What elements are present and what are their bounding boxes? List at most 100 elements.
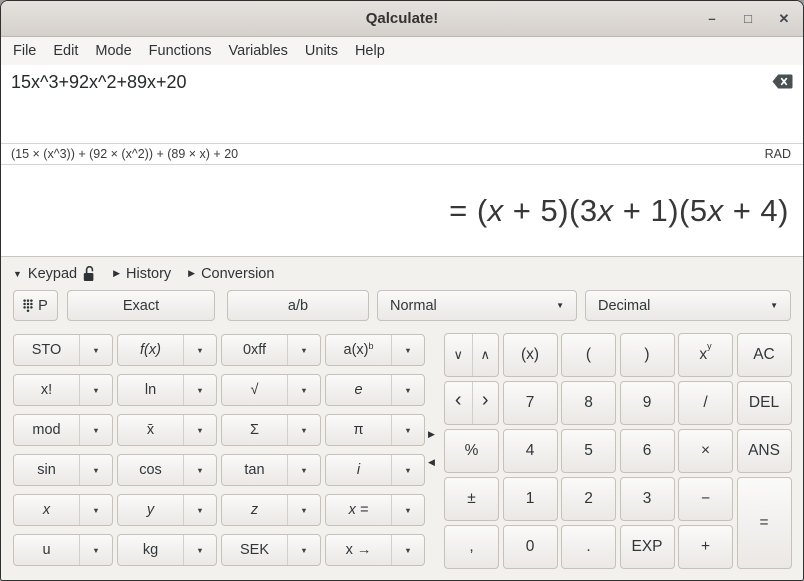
menu-units[interactable]: Units bbox=[303, 41, 340, 61]
keypad-button-unit-sek[interactable]: SEK▼ bbox=[221, 534, 321, 566]
pane-handle-left-icon[interactable]: ◀ bbox=[428, 458, 435, 467]
conversion-expander[interactable]: ▶ Conversion bbox=[188, 266, 274, 282]
keypad-button-2[interactable]: 2 bbox=[561, 477, 616, 521]
keypad-button-unit-kg-dropdown-icon[interactable]: ▼ bbox=[183, 535, 216, 565]
keypad-button-tan[interactable]: tan▼ bbox=[221, 454, 321, 486]
keypad-button-sum[interactable]: Σ▼ bbox=[221, 414, 321, 446]
keypad-button-x-equals-label[interactable]: x = bbox=[326, 495, 391, 525]
keypad-button-mod-dropdown-icon[interactable]: ▼ bbox=[79, 415, 112, 445]
keypad-button-mean-label[interactable]: x̄ bbox=[118, 415, 183, 445]
keypad-button-sin-label[interactable]: sin bbox=[14, 455, 79, 485]
keypad-button-sqrt-label[interactable]: √ bbox=[222, 375, 287, 405]
keypad-button-sin[interactable]: sin▼ bbox=[13, 454, 113, 486]
keypad-button-f-x[interactable]: f(x)▼ bbox=[117, 334, 217, 366]
conversion-expander-label[interactable]: Conversion bbox=[201, 266, 274, 282]
keypad-button-x-to-label[interactable]: x → bbox=[326, 535, 391, 565]
keypad-button-cos-label[interactable]: cos bbox=[118, 455, 183, 485]
keypad-button-x-to-dropdown-icon[interactable]: ▼ bbox=[391, 535, 424, 565]
keypad-button-i[interactable]: i▼ bbox=[325, 454, 425, 486]
pane-handle-right-icon[interactable]: ▶ bbox=[428, 430, 435, 439]
keypad-button-down[interactable]: ∨ bbox=[445, 334, 472, 376]
keypad-split-down-up[interactable]: ∨∧ bbox=[444, 333, 499, 377]
keypad-button-e-dropdown-icon[interactable]: ▼ bbox=[391, 375, 424, 405]
keypad-button-factorial[interactable]: x!▼ bbox=[13, 374, 113, 406]
keypad-button-f-x-dropdown-icon[interactable]: ▼ bbox=[183, 335, 216, 365]
keypad-button-pi-label[interactable]: π bbox=[326, 415, 391, 445]
keypad-button-sqrt[interactable]: √▼ bbox=[221, 374, 321, 406]
keypad-button-right[interactable]: › bbox=[472, 382, 499, 424]
keypad-button-x-equals[interactable]: x =▼ bbox=[325, 494, 425, 526]
keypad-button-a-x-pow-b-dropdown-icon[interactable]: ▼ bbox=[391, 335, 424, 365]
keypad-button-unit-u-label[interactable]: u bbox=[14, 535, 79, 565]
keypad-button-ln[interactable]: ln▼ bbox=[117, 374, 217, 406]
menu-edit[interactable]: Edit bbox=[51, 41, 80, 61]
keypad-button-sto-label[interactable]: STO bbox=[14, 335, 79, 365]
keypad-button-var-y[interactable]: y▼ bbox=[117, 494, 217, 526]
keypad-button-exp[interactable]: EXP bbox=[620, 525, 675, 569]
lock-open-icon[interactable] bbox=[83, 266, 96, 282]
keypad-button-pi-dropdown-icon[interactable]: ▼ bbox=[391, 415, 424, 445]
keypad-button-comma[interactable]: , bbox=[444, 525, 499, 569]
keypad-button-unit-u-dropdown-icon[interactable]: ▼ bbox=[79, 535, 112, 565]
keypad-button-paren-open[interactable]: ( bbox=[561, 333, 616, 377]
fraction-toggle-button[interactable]: a/b bbox=[227, 290, 369, 321]
minimize-icon[interactable]: – bbox=[701, 8, 723, 30]
keypad-button-i-dropdown-icon[interactable]: ▼ bbox=[391, 455, 424, 485]
keypad-button-parens-x[interactable]: (x) bbox=[503, 333, 558, 377]
keypad-button-var-z[interactable]: z▼ bbox=[221, 494, 321, 526]
menu-file[interactable]: File bbox=[11, 41, 38, 61]
keypad-button-cos-dropdown-icon[interactable]: ▼ bbox=[183, 455, 216, 485]
keypad-button-7[interactable]: 7 bbox=[503, 381, 558, 425]
keypad-button-x-equals-dropdown-icon[interactable]: ▼ bbox=[391, 495, 424, 525]
keypad-button-equals[interactable]: = bbox=[737, 477, 792, 569]
keypad-button-a-x-pow-b[interactable]: a(x)b▼ bbox=[325, 334, 425, 366]
keypad-button-unit-kg-label[interactable]: kg bbox=[118, 535, 183, 565]
keypad-button-var-x[interactable]: x▼ bbox=[13, 494, 113, 526]
keypad-button-factorial-dropdown-icon[interactable]: ▼ bbox=[79, 375, 112, 405]
keypad-button-pi[interactable]: π▼ bbox=[325, 414, 425, 446]
keypad-button-e[interactable]: e▼ bbox=[325, 374, 425, 406]
keypad-button-9[interactable]: 9 bbox=[620, 381, 675, 425]
programming-keypad-button[interactable]: P bbox=[13, 290, 58, 321]
keypad-button-1[interactable]: 1 bbox=[503, 477, 558, 521]
menu-variables[interactable]: Variables bbox=[227, 41, 290, 61]
keypad-button-sum-dropdown-icon[interactable]: ▼ bbox=[287, 415, 320, 445]
menu-help[interactable]: Help bbox=[353, 41, 387, 61]
keypad-button-i-label[interactable]: i bbox=[326, 455, 391, 485]
keypad-button-hex-0xff-label[interactable]: 0xff bbox=[222, 335, 287, 365]
keypad-button-sqrt-dropdown-icon[interactable]: ▼ bbox=[287, 375, 320, 405]
keypad-button-unit-sek-label[interactable]: SEK bbox=[222, 535, 287, 565]
expression-input[interactable]: 15x^3+92x^2+89x+20 bbox=[1, 65, 803, 143]
keypad-button-plus[interactable]: + bbox=[678, 525, 733, 569]
keypad-button-del[interactable]: DEL bbox=[737, 381, 792, 425]
keypad-button-unit-kg[interactable]: kg▼ bbox=[117, 534, 217, 566]
keypad-button-unit-u[interactable]: u▼ bbox=[13, 534, 113, 566]
keypad-expander[interactable]: ▼ Keypad bbox=[13, 266, 96, 282]
keypad-button-var-y-dropdown-icon[interactable]: ▼ bbox=[183, 495, 216, 525]
keypad-button-mean[interactable]: x̄▼ bbox=[117, 414, 217, 446]
display-mode-dropdown[interactable]: Normal ▼ bbox=[377, 290, 577, 321]
keypad-button-plus-minus[interactable]: ± bbox=[444, 477, 499, 521]
history-expander[interactable]: ▶ History bbox=[113, 266, 171, 282]
keypad-button-up[interactable]: ∧ bbox=[472, 334, 499, 376]
menu-functions[interactable]: Functions bbox=[147, 41, 214, 61]
history-expander-label[interactable]: History bbox=[126, 266, 171, 282]
keypad-button-8[interactable]: 8 bbox=[561, 381, 616, 425]
keypad-button-x-pow-y[interactable]: xy bbox=[678, 333, 733, 377]
maximize-icon[interactable]: □ bbox=[737, 8, 759, 30]
keypad-button-sum-label[interactable]: Σ bbox=[222, 415, 287, 445]
keypad-button-minus[interactable]: − bbox=[678, 477, 733, 521]
keypad-button-4[interactable]: 4 bbox=[503, 429, 558, 473]
keypad-button-ans[interactable]: ANS bbox=[737, 429, 792, 473]
keypad-button-5[interactable]: 5 bbox=[561, 429, 616, 473]
close-icon[interactable]: ✕ bbox=[773, 8, 795, 30]
keypad-button-left[interactable]: ‹ bbox=[445, 382, 472, 424]
keypad-split-left-right[interactable]: ‹› bbox=[444, 381, 499, 425]
keypad-button-dot[interactable]: . bbox=[561, 525, 616, 569]
keypad-button-sto[interactable]: STO▼ bbox=[13, 334, 113, 366]
number-base-dropdown[interactable]: Decimal ▼ bbox=[585, 290, 791, 321]
keypad-expander-label[interactable]: Keypad bbox=[28, 266, 77, 282]
keypad-button-tan-label[interactable]: tan bbox=[222, 455, 287, 485]
keypad-button-f-x-label[interactable]: f(x) bbox=[118, 335, 183, 365]
keypad-button-unit-sek-dropdown-icon[interactable]: ▼ bbox=[287, 535, 320, 565]
